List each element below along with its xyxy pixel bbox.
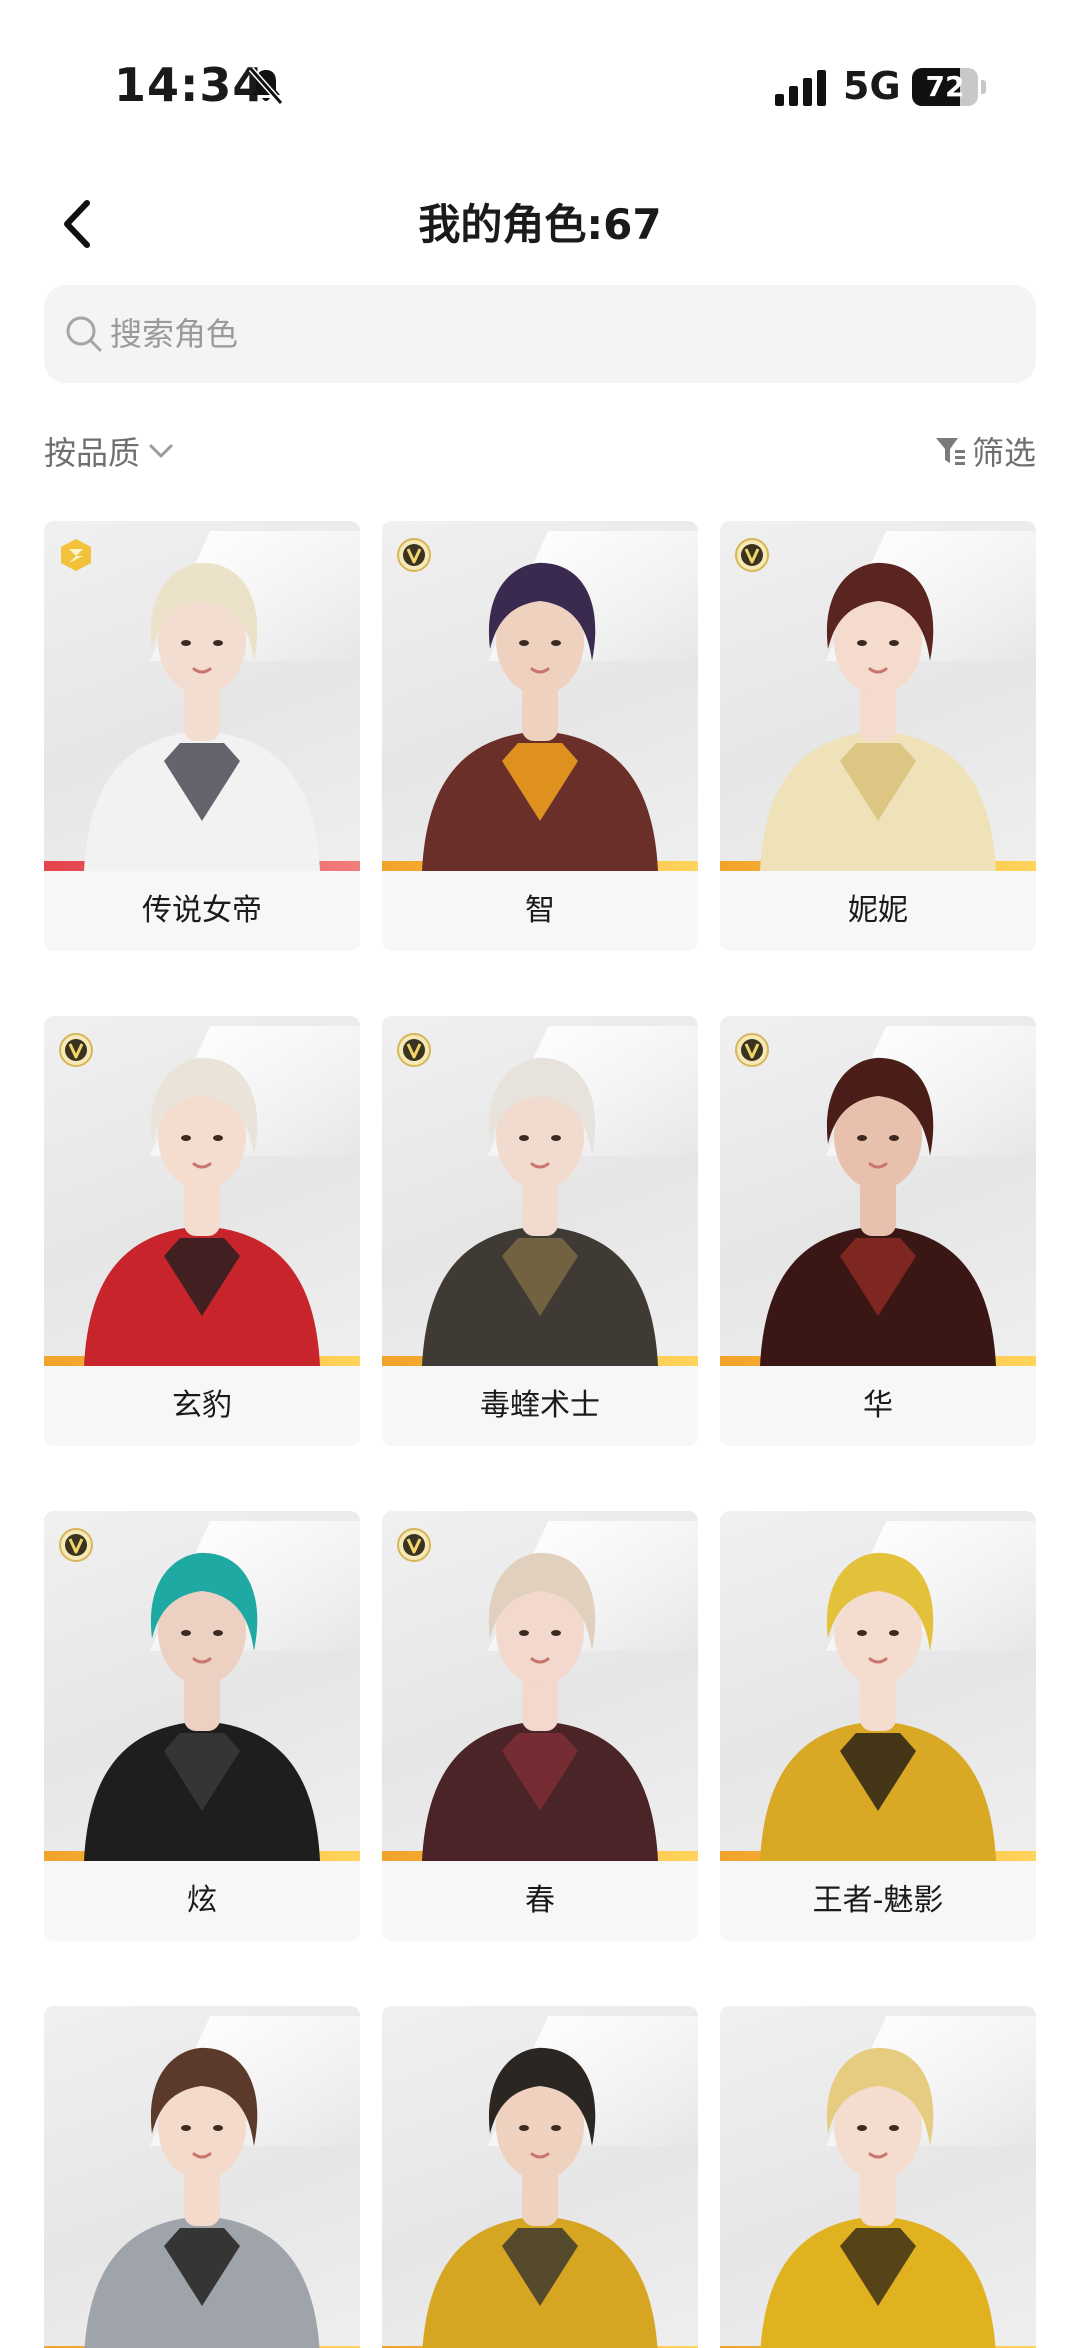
character-name: 妮妮: [720, 871, 1036, 951]
sort-dropdown[interactable]: 按品质: [44, 426, 176, 476]
character-portrait: [44, 1016, 360, 1366]
character-portrait: [720, 1016, 1036, 1366]
battery-level: 72: [925, 70, 965, 103]
sort-label: 按品质: [44, 434, 141, 472]
character-portrait: [382, 1016, 698, 1366]
character-figure: [422, 1057, 658, 1366]
character-card[interactable]: [44, 2006, 360, 2348]
character-name: 华: [720, 1366, 1036, 1446]
character-card[interactable]: 炫: [44, 1511, 360, 1941]
search-bar[interactable]: [44, 285, 1036, 383]
battery-icon: 72: [912, 68, 986, 106]
search-icon: [66, 316, 102, 352]
character-figure: [84, 2047, 320, 2348]
status-time: 14:34: [114, 58, 266, 112]
back-arrow-icon: [64, 200, 90, 248]
filter-label: 筛选: [971, 434, 1036, 472]
v-badge-icon: [735, 538, 769, 572]
character-portrait: [44, 2006, 360, 2348]
character-figure: [422, 562, 658, 871]
character-card[interactable]: 传说女帝: [44, 521, 360, 951]
character-portrait: [382, 521, 698, 871]
character-portrait: [720, 2006, 1036, 2348]
filter-button[interactable]: 筛选: [934, 426, 1036, 476]
character-portrait: [720, 521, 1036, 871]
character-card[interactable]: 春: [382, 1511, 698, 1941]
character-figure: [760, 562, 996, 871]
character-card[interactable]: [382, 2006, 698, 2348]
v-badge-icon: [397, 1528, 431, 1562]
status-bar: 14:34 5G 72: [0, 0, 1080, 150]
signal-icon: [775, 70, 826, 106]
search-input[interactable]: [110, 285, 1010, 383]
character-card[interactable]: 毒蝰术士: [382, 1016, 698, 1446]
character-name: 传说女帝: [44, 871, 360, 951]
character-card[interactable]: [720, 2006, 1036, 2348]
character-figure: [84, 562, 320, 871]
character-name: 炫: [44, 1861, 360, 1941]
chevron-down-icon: [149, 444, 173, 458]
character-portrait: [382, 1511, 698, 1861]
back-button[interactable]: [46, 194, 106, 254]
character-figure: [84, 1552, 320, 1861]
character-figure: [84, 1057, 320, 1366]
character-name: 毒蝰术士: [382, 1366, 698, 1446]
character-card[interactable]: 华: [720, 1016, 1036, 1446]
character-portrait: [382, 2006, 698, 2348]
character-card[interactable]: 妮妮: [720, 521, 1036, 951]
character-portrait: [44, 521, 360, 871]
character-figure: [760, 1552, 996, 1861]
character-name: 玄豹: [44, 1366, 360, 1446]
bell-muted-icon: [248, 67, 284, 105]
legend-badge-icon: [61, 539, 91, 571]
filter-icon: [935, 438, 965, 465]
v-badge-icon: [397, 1033, 431, 1067]
character-name: 春: [382, 1861, 698, 1941]
v-badge-icon: [735, 1033, 769, 1067]
character-name: 智: [382, 871, 698, 951]
network-label: 5G: [843, 64, 901, 108]
character-portrait: [44, 1511, 360, 1861]
character-name: 王者-魅影: [720, 1861, 1036, 1941]
page-title: 我的角色:67: [418, 200, 662, 249]
v-badge-icon: [397, 538, 431, 572]
v-badge-icon: [59, 1528, 93, 1562]
character-card[interactable]: 王者-魅影: [720, 1511, 1036, 1941]
character-portrait: [720, 1511, 1036, 1861]
character-card[interactable]: 智: [382, 521, 698, 951]
page-header: 我的角色:67: [0, 180, 1080, 270]
v-badge-icon: [59, 1033, 93, 1067]
character-card[interactable]: 玄豹: [44, 1016, 360, 1446]
character-figure: [422, 2047, 658, 2348]
character-figure: [422, 1552, 658, 1861]
character-figure: [760, 1057, 996, 1366]
character-figure: [760, 2047, 996, 2348]
